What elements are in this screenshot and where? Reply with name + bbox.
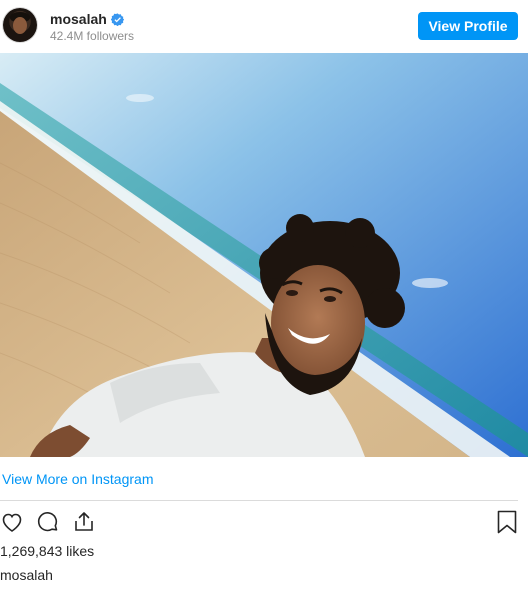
avatar-face: [13, 17, 27, 34]
view-profile-button[interactable]: View Profile: [418, 12, 518, 40]
avatar[interactable]: [3, 8, 37, 42]
username-row: mosalah: [50, 11, 124, 27]
share-icon[interactable]: [72, 510, 96, 534]
caption-username[interactable]: mosalah: [0, 567, 53, 583]
likes-count: 1,269,843 likes: [0, 543, 95, 559]
bookmark-icon[interactable]: [496, 510, 518, 534]
action-bar: [0, 508, 528, 538]
post-photo[interactable]: [0, 53, 528, 457]
divider: [0, 500, 518, 501]
view-more-on-instagram-link[interactable]: View More on Instagram: [2, 471, 153, 487]
verified-badge-icon: [110, 12, 124, 26]
post-header: mosalah 42.4M followers View Profile: [0, 0, 528, 52]
heart-icon[interactable]: [0, 510, 24, 534]
followers-count: 42.4M followers: [50, 29, 135, 43]
comment-icon[interactable]: [36, 510, 60, 534]
username[interactable]: mosalah: [50, 11, 107, 27]
